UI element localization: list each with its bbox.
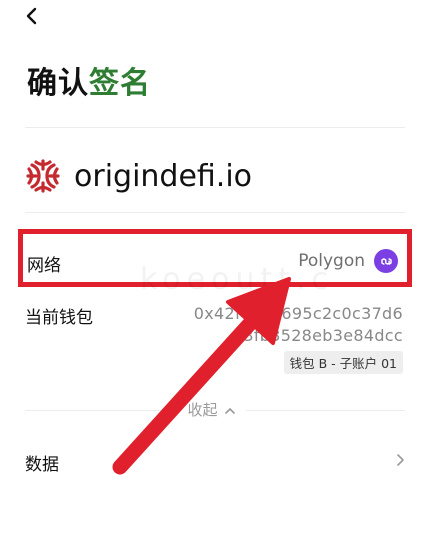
chevron-up-icon: [224, 402, 236, 420]
data-row[interactable]: 数据: [25, 446, 405, 475]
page-title-accent: 签名: [89, 66, 151, 101]
divider: [25, 212, 405, 213]
collapse-label: 收起: [187, 401, 218, 419]
wallet-account-badge: 钱包 B - 子账户 01: [283, 351, 403, 374]
network-label: 网络: [27, 256, 61, 276]
origindefi-logo-icon: [26, 159, 60, 193]
chevron-left-icon: [26, 7, 37, 25]
wallet-address: 0x42fd0c7695c2c0c37d6 c3fb3528eb3e84dcc: [194, 303, 403, 347]
wallet-address-line1: 0x42fd0c7695c2c0c37d6: [193, 304, 403, 323]
network-value: Polygon: [298, 249, 398, 273]
divider: [25, 410, 177, 411]
chevron-right-icon: [395, 452, 405, 472]
page-title: 确认签名: [27, 58, 151, 102]
dapp-domain: origindefi.io: [74, 158, 253, 194]
divider: [246, 410, 405, 411]
wallet-label: 当前钱包: [25, 308, 93, 328]
dapp-origin: origindefi.io: [25, 152, 252, 200]
network-row: 网络 Polygon: [18, 229, 412, 287]
wallet-address-line2: c3fb3528eb3e84dcc: [234, 326, 403, 345]
network-name: Polygon: [298, 251, 365, 271]
back-button[interactable]: [20, 4, 44, 28]
divider: [25, 127, 405, 128]
sign-confirm-screen: 确认签名 origindefi.io 网络 Polygon 当前钱包 0x42f…: [0, 0, 423, 560]
polygon-icon: [374, 249, 398, 273]
data-label: 数据: [25, 455, 59, 475]
page-title-main: 确认: [27, 66, 89, 101]
